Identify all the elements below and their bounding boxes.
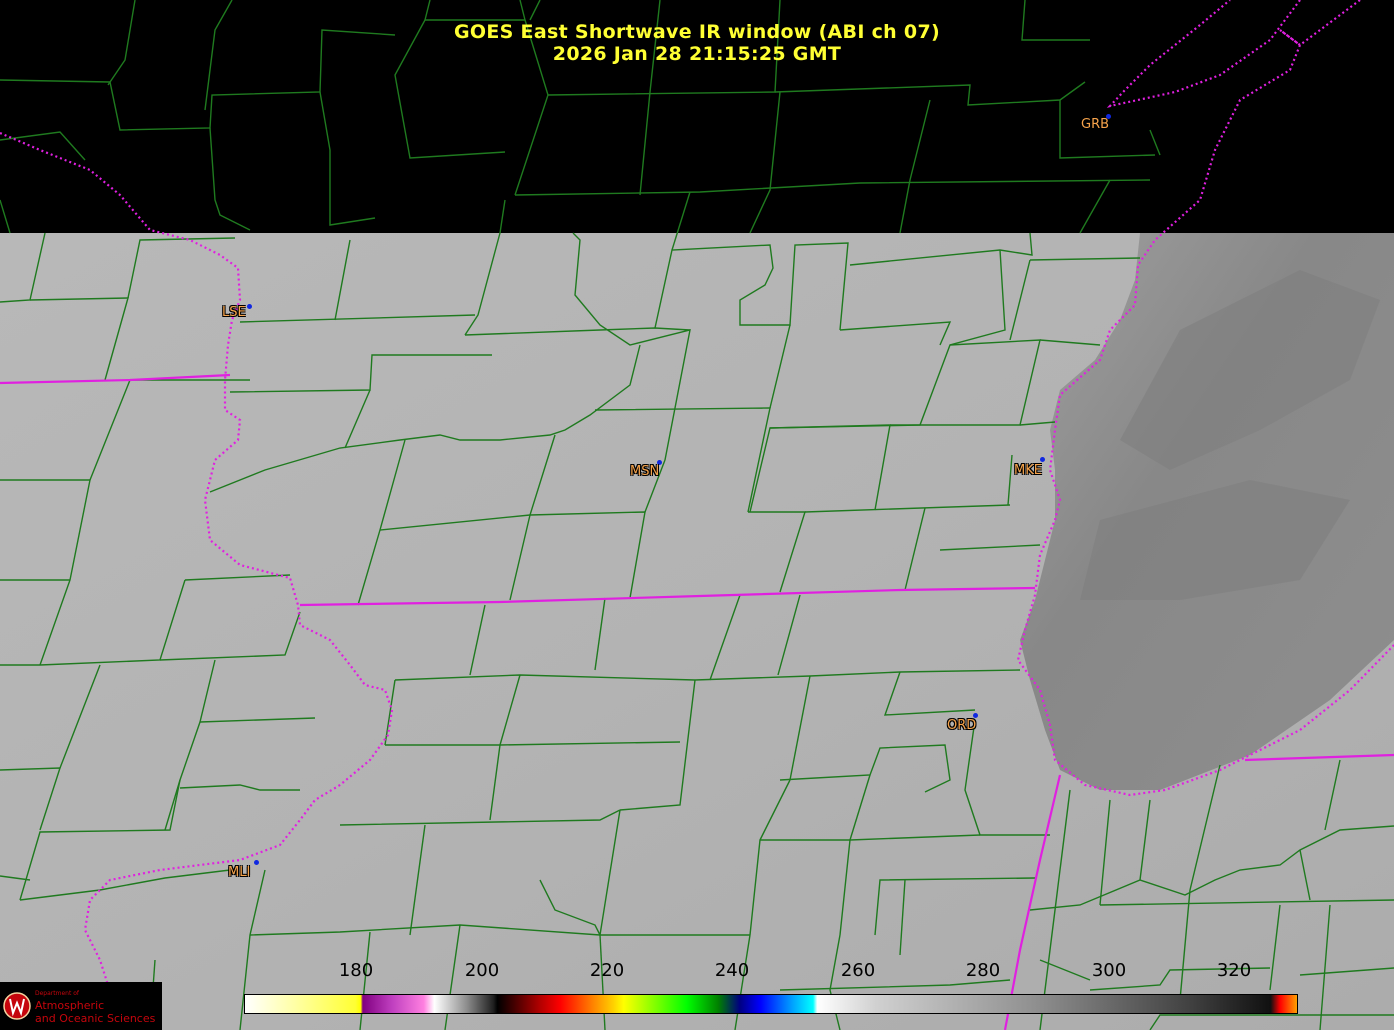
colorbar-tick-220: 220 xyxy=(589,960,625,981)
title-line-2: 2026 Jan 28 21:15:25 GMT xyxy=(552,43,842,65)
colorbar-tick-300: 300 xyxy=(1091,960,1127,981)
satellite-map: GOES East Shortwave IR window (ABI ch 07… xyxy=(0,0,1394,1030)
station-label-msn: MSN xyxy=(630,464,660,479)
logo-dept-text: Department of xyxy=(35,990,79,997)
colorbar-tick-260: 260 xyxy=(840,960,876,981)
logo-line-1: Atmospheric xyxy=(35,999,105,1012)
temperature-colorbar xyxy=(244,994,1298,1014)
station-label-ord: ORD xyxy=(947,718,977,733)
colorbar-tick-200: 200 xyxy=(464,960,500,981)
colorbar-tick-320: 320 xyxy=(1216,960,1252,981)
map-layer xyxy=(0,0,1394,1030)
uw-crest-icon xyxy=(3,992,31,1020)
colorbar-tick-280: 280 xyxy=(965,960,1001,981)
colorbar-tick-240: 240 xyxy=(714,960,750,981)
logo-line-2: and Oceanic Sciences xyxy=(35,1012,156,1025)
station-marker-mli xyxy=(254,860,259,865)
station-marker-lse xyxy=(247,304,252,309)
colorbar-tick-180: 180 xyxy=(338,960,374,981)
title-line-1: GOES East Shortwave IR window (ABI ch 07… xyxy=(454,21,940,43)
station-label-lse: LSE xyxy=(222,305,246,320)
station-label-mli: MLI xyxy=(228,865,251,880)
station-marker-mke xyxy=(1040,457,1045,462)
station-label-mke: MKE xyxy=(1014,463,1042,478)
uw-aos-logo: Department of Atmospheric and Oceanic Sc… xyxy=(0,982,162,1030)
station-label-grb: GRB xyxy=(1081,117,1110,132)
